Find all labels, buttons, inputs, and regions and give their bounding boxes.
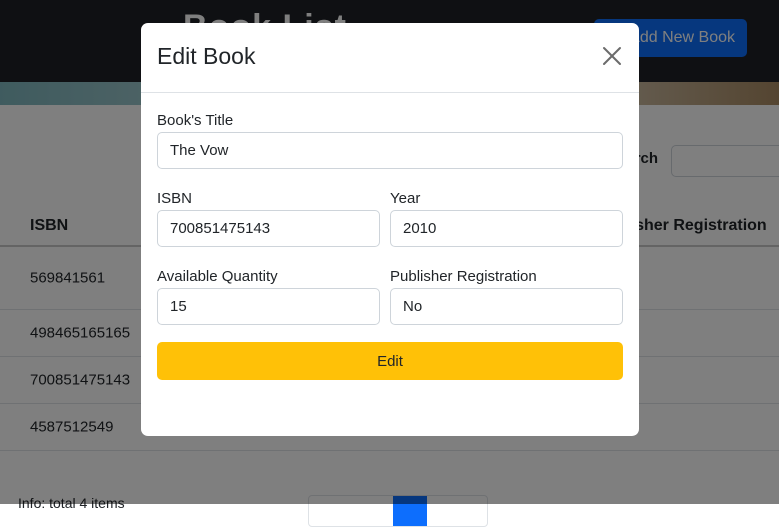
isbn-input[interactable] [157,210,380,247]
quantity-input[interactable] [157,288,380,325]
close-icon[interactable] [599,43,625,69]
publisher-registration-label: Publisher Registration [390,268,537,285]
modal-header: Edit Book [141,23,639,93]
quantity-label: Available Quantity [157,268,278,285]
isbn-label: ISBN [157,190,193,207]
year-label: Year [390,190,421,207]
edit-book-modal: Edit Book Book's Title ISBN Year Availab… [141,23,639,436]
edit-button[interactable]: Edit [157,342,623,380]
year-input[interactable] [390,210,623,247]
publisher-registration-input[interactable] [390,288,623,325]
title-input[interactable] [157,132,623,169]
title-label: Book's Title [157,112,234,129]
modal-title: Edit Book [157,43,256,69]
